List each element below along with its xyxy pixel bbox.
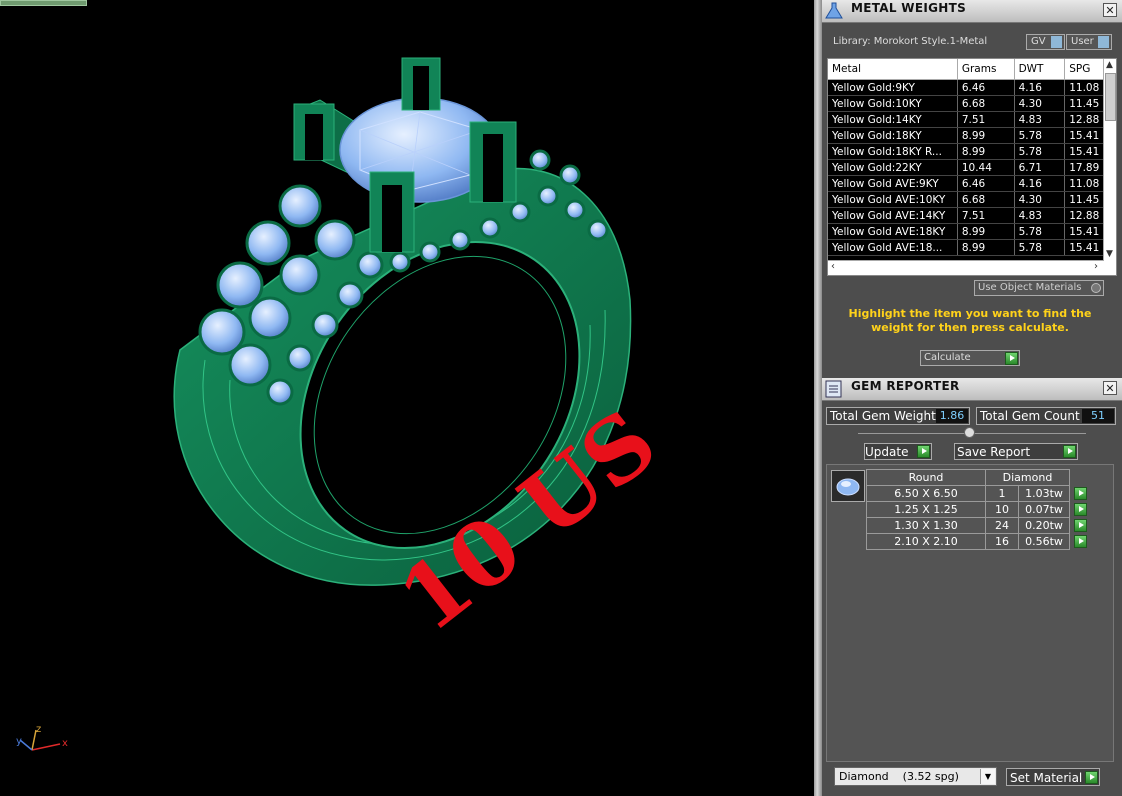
table-row[interactable]: Yellow Gold AVE:9KY 6.46 4.16 11.08 — [828, 175, 1116, 192]
flask-icon — [822, 0, 846, 22]
metal-weights-title: METAL WEIGHTS — [851, 1, 967, 15]
table-row[interactable]: Yellow Gold AVE:18KY 8.99 5.78 15.41 — [828, 223, 1116, 240]
gem-row[interactable]: 1.30 X 1.30 24 0.20tw — [866, 517, 1091, 534]
total-gem-count-value: 51 — [1082, 409, 1114, 423]
material-header: Diamond — [985, 469, 1070, 486]
column-header-dwt[interactable]: DWT — [1014, 59, 1066, 80]
scroll-thumb[interactable] — [1105, 73, 1116, 121]
total-gem-weight-value: 1.86 — [936, 409, 968, 423]
play-icon — [1063, 445, 1076, 458]
play-icon — [1085, 771, 1098, 784]
table-row[interactable]: Yellow Gold AVE:14KY 7.51 4.83 12.88 — [828, 207, 1116, 224]
table-row[interactable]: Yellow Gold AVE:10KY 6.68 4.30 11.45 — [828, 191, 1116, 208]
axis-x-label: x — [62, 738, 68, 749]
gem-thumbnail[interactable] — [831, 470, 865, 502]
gem-row-action-icon[interactable] — [1073, 503, 1087, 517]
gem-reporter-close-button[interactable]: ✕ — [1103, 381, 1117, 395]
radio-icon — [1091, 283, 1101, 293]
material-select[interactable]: Diamond (3.52 spg) ▼ — [834, 767, 997, 786]
metal-weights-close-button[interactable]: ✕ — [1103, 3, 1117, 17]
gv-info-icon — [1051, 36, 1062, 48]
table-horizontal-scrollbar[interactable]: ‹ › — [828, 260, 1104, 275]
table-row[interactable]: Yellow Gold:18KY R... 8.99 5.78 15.41 — [828, 143, 1116, 160]
gem-table-header: Round Diamond — [866, 469, 1091, 486]
axis-y-label: y — [16, 736, 22, 747]
use-object-materials-toggle[interactable]: Use Object Materials — [974, 280, 1104, 296]
library-label: Library: Morokort Style.1-Metal — [833, 36, 988, 47]
metal-weights-table[interactable]: Metal Grams DWT SPG Yellow Gold:9KY 6.46 4… — [827, 58, 1117, 276]
shape-header: Round — [866, 469, 986, 486]
column-header-metal[interactable]: Metal — [828, 59, 958, 80]
gem-row-action-icon[interactable] — [1073, 519, 1087, 533]
table-row[interactable]: Yellow Gold:14KY 7.51 4.83 12.88 — [828, 111, 1116, 128]
total-gem-weight: Total Gem Weight 1.86 — [826, 407, 970, 425]
gem-row[interactable]: 6.50 X 6.50 1 1.03tw — [866, 485, 1091, 502]
chevron-down-icon[interactable]: ▼ — [980, 769, 995, 784]
gem-row[interactable]: 1.25 X 1.25 10 0.07tw — [866, 501, 1091, 518]
metal-weights-titlebar[interactable]: METAL WEIGHTS ✕ — [822, 0, 1122, 23]
table-row[interactable]: Yellow Gold:18KY 8.99 5.78 15.41 — [828, 127, 1116, 144]
instruction-text: Highlight the item you want to find the … — [848, 307, 1092, 334]
gem-row[interactable]: 2.10 X 2.10 16 0.56tw — [866, 533, 1091, 550]
gv-toggle[interactable]: GV — [1026, 34, 1065, 50]
slider-thumb[interactable] — [964, 427, 975, 438]
gem-reporter-titlebar[interactable]: GEM REPORTER ✕ — [822, 378, 1122, 401]
report-icon — [822, 378, 846, 400]
gem-reporter-title: GEM REPORTER — [851, 379, 960, 393]
table-row[interactable]: Yellow Gold:9KY 6.46 4.16 11.08 — [828, 79, 1116, 96]
3d-viewport[interactable]: 10 US x z y — [0, 0, 814, 796]
gem-row-action-icon[interactable] — [1073, 535, 1087, 549]
play-icon — [1005, 352, 1018, 365]
user-toggle[interactable]: User — [1066, 34, 1112, 50]
scroll-left-icon[interactable]: ‹ — [831, 261, 835, 272]
table-header-row: Metal Grams DWT SPG — [828, 59, 1116, 80]
calculate-button[interactable]: Calculate — [920, 350, 1020, 366]
scroll-down-icon[interactable]: ▼ — [1106, 249, 1113, 259]
update-button[interactable]: Update — [864, 443, 932, 460]
table-row[interactable]: Yellow Gold:22KY 10.44 6.71 17.89 — [828, 159, 1116, 176]
scroll-right-icon[interactable]: › — [1094, 261, 1098, 272]
column-header-grams[interactable]: Grams — [957, 59, 1015, 80]
play-icon — [917, 445, 930, 458]
round-gem-icon — [836, 478, 860, 496]
axis-gizmo: x z y — [16, 724, 68, 751]
total-gem-count: Total Gem Count 51 — [976, 407, 1116, 425]
scroll-up-icon[interactable]: ▲ — [1106, 60, 1113, 70]
side-panel: METAL WEIGHTS ✕ Library: Morokort Style.… — [822, 0, 1122, 796]
table-row[interactable]: Yellow Gold AVE:18... 8.99 5.78 15.41 — [828, 239, 1116, 256]
table-vertical-scrollbar[interactable]: ▲ ▼ — [1103, 59, 1116, 275]
set-material-button[interactable]: Set Material — [1006, 768, 1100, 786]
panel-splitter[interactable] — [814, 0, 822, 796]
save-report-button[interactable]: Save Report — [954, 443, 1078, 460]
table-row[interactable]: Yellow Gold:10KY 6.68 4.30 11.45 — [828, 95, 1116, 112]
user-info-icon — [1098, 36, 1109, 48]
axis-z-label: z — [36, 724, 41, 735]
ring-render — [173, 57, 632, 586]
gem-table: Round Diamond 6.50 X 6.50 1 1.03tw 1.25 … — [866, 469, 1091, 550]
gem-row-action-icon[interactable] — [1073, 487, 1087, 501]
